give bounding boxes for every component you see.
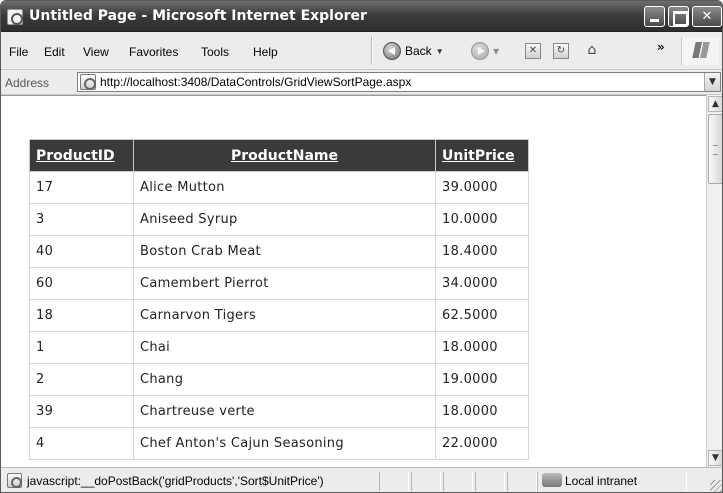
close-icon: ✕	[701, 9, 713, 24]
vertical-scrollbar[interactable]: ▲ ▼	[706, 95, 722, 467]
status-panel	[475, 472, 505, 491]
maximize-button[interactable]	[668, 6, 689, 27]
product-id-cell: 3	[29, 203, 134, 236]
toolbar-overflow-chevron[interactable]: »	[657, 40, 665, 54]
product-name-cell: Aniseed Syrup	[133, 203, 436, 236]
menu-view[interactable]: View	[83, 45, 109, 59]
table-row: 40 Boston Crab Meat 18.4000	[29, 235, 529, 268]
window-title: Untitled Page - Microsoft Internet Explo…	[29, 8, 367, 24]
unit-price-cell: 10.0000	[435, 203, 529, 236]
unit-price-cell: 18.0000	[435, 395, 529, 428]
menu-help[interactable]: Help	[253, 45, 278, 59]
unit-price-cell: 22.0000	[435, 427, 529, 460]
product-name-cell: Alice Mutton	[133, 171, 436, 204]
product-name-cell: Camembert Pierrot	[133, 267, 436, 300]
back-label: Back	[405, 44, 432, 58]
minimize-button[interactable]	[644, 6, 665, 27]
table-row: 39 Chartreuse verte 18.0000	[29, 395, 529, 428]
product-id-cell: 39	[29, 395, 134, 428]
unit-price-cell: 34.0000	[435, 267, 529, 300]
product-id-cell: 2	[29, 363, 134, 396]
unit-price-cell: 18.0000	[435, 331, 529, 364]
close-button[interactable]: ✕	[692, 6, 722, 27]
product-name-cell: Boston Crab Meat	[133, 235, 436, 268]
address-dropdown-icon[interactable]: ▼	[704, 73, 720, 91]
unit-price-cell: 62.5000	[435, 299, 529, 332]
toolbar-separator	[371, 37, 373, 65]
product-name-cell: Chai	[133, 331, 436, 364]
sort-productid-link[interactable]: ProductID	[29, 139, 134, 172]
table-row: 3 Aniseed Syrup 10.0000	[29, 203, 529, 236]
unit-price-cell: 18.4000	[435, 235, 529, 268]
address-url[interactable]: http://localhost:3408/DataControls/GridV…	[100, 75, 411, 89]
status-panel	[507, 472, 537, 491]
local-intranet-icon	[542, 473, 562, 487]
product-id-cell: 4	[29, 427, 134, 460]
back-button[interactable]: Back ▼	[383, 40, 444, 62]
product-name-cell: Chef Anton's Cajun Seasoning	[133, 427, 436, 460]
menu-tools[interactable]: Tools	[201, 45, 229, 59]
title-bar[interactable]: Untitled Page - Microsoft Internet Explo…	[1, 1, 722, 32]
status-panel	[443, 472, 473, 491]
refresh-icon[interactable]: ↻	[553, 43, 569, 59]
page-content: ProductID ProductName UnitPrice 17 Alice…	[1, 95, 706, 467]
menu-favorites[interactable]: Favorites	[129, 45, 178, 59]
unit-price-cell: 39.0000	[435, 171, 529, 204]
browser-window: Untitled Page - Microsoft Internet Explo…	[0, 0, 723, 493]
back-dropdown-icon[interactable]: ▼	[436, 47, 444, 56]
forward-arrow-icon[interactable]	[471, 42, 489, 60]
status-panel	[411, 472, 441, 491]
status-page-icon	[7, 473, 22, 488]
forward-dropdown-icon[interactable]: ▼	[493, 47, 499, 56]
products-grid: ProductID ProductName UnitPrice 17 Alice…	[29, 139, 529, 460]
table-row: 60 Camembert Pierrot 34.0000	[29, 267, 529, 300]
ie-page-icon	[7, 9, 23, 25]
back-arrow-icon	[383, 42, 401, 60]
product-id-cell: 18	[29, 299, 134, 332]
product-name-cell: Chartreuse verte	[133, 395, 436, 428]
security-zone-label: Local intranet	[565, 474, 638, 488]
resize-grip-icon[interactable]	[710, 480, 722, 492]
menu-edit[interactable]: Edit	[44, 45, 65, 59]
product-name-cell: Chang	[133, 363, 436, 396]
table-row: 4 Chef Anton's Cajun Seasoning 22.0000	[29, 427, 529, 460]
table-row: 17 Alice Mutton 39.0000	[29, 171, 529, 204]
product-id-cell: 40	[29, 235, 134, 268]
table-row: 1 Chai 18.0000	[29, 331, 529, 364]
scroll-down-icon[interactable]: ▼	[708, 450, 722, 466]
stop-icon[interactable]: ✕	[525, 43, 541, 59]
address-input[interactable]: http://localhost:3408/DataControls/GridV…	[77, 72, 721, 92]
menu-file[interactable]: File	[9, 45, 28, 59]
page-icon	[80, 74, 96, 90]
product-id-cell: 1	[29, 331, 134, 364]
sort-unitprice-link[interactable]: UnitPrice	[435, 139, 529, 172]
unit-price-cell: 19.0000	[435, 363, 529, 396]
status-text: javascript:__doPostBack('gridProducts','…	[27, 474, 324, 488]
status-panel	[379, 472, 409, 491]
address-bar: Address http://localhost:3408/DataContro…	[1, 70, 722, 95]
windows-logo-icon	[681, 37, 719, 65]
table-row: 2 Chang 19.0000	[29, 363, 529, 396]
product-id-cell: 17	[29, 171, 134, 204]
home-icon[interactable]: ⌂	[584, 43, 600, 59]
menu-bar: File Edit View Favorites Tools Help Back…	[1, 32, 722, 70]
table-row: 18 Carnarvon Tigers 62.5000	[29, 299, 529, 332]
product-name-cell: Carnarvon Tigers	[133, 299, 436, 332]
sort-productname-link[interactable]: ProductName	[133, 139, 436, 172]
product-id-cell: 60	[29, 267, 134, 300]
scroll-up-icon[interactable]: ▲	[708, 96, 722, 112]
scroll-thumb[interactable]	[708, 114, 722, 184]
grid-header-row: ProductID ProductName UnitPrice	[29, 139, 529, 172]
address-label: Address	[5, 76, 50, 90]
status-bar: javascript:__doPostBack('gridProducts','…	[1, 467, 722, 492]
